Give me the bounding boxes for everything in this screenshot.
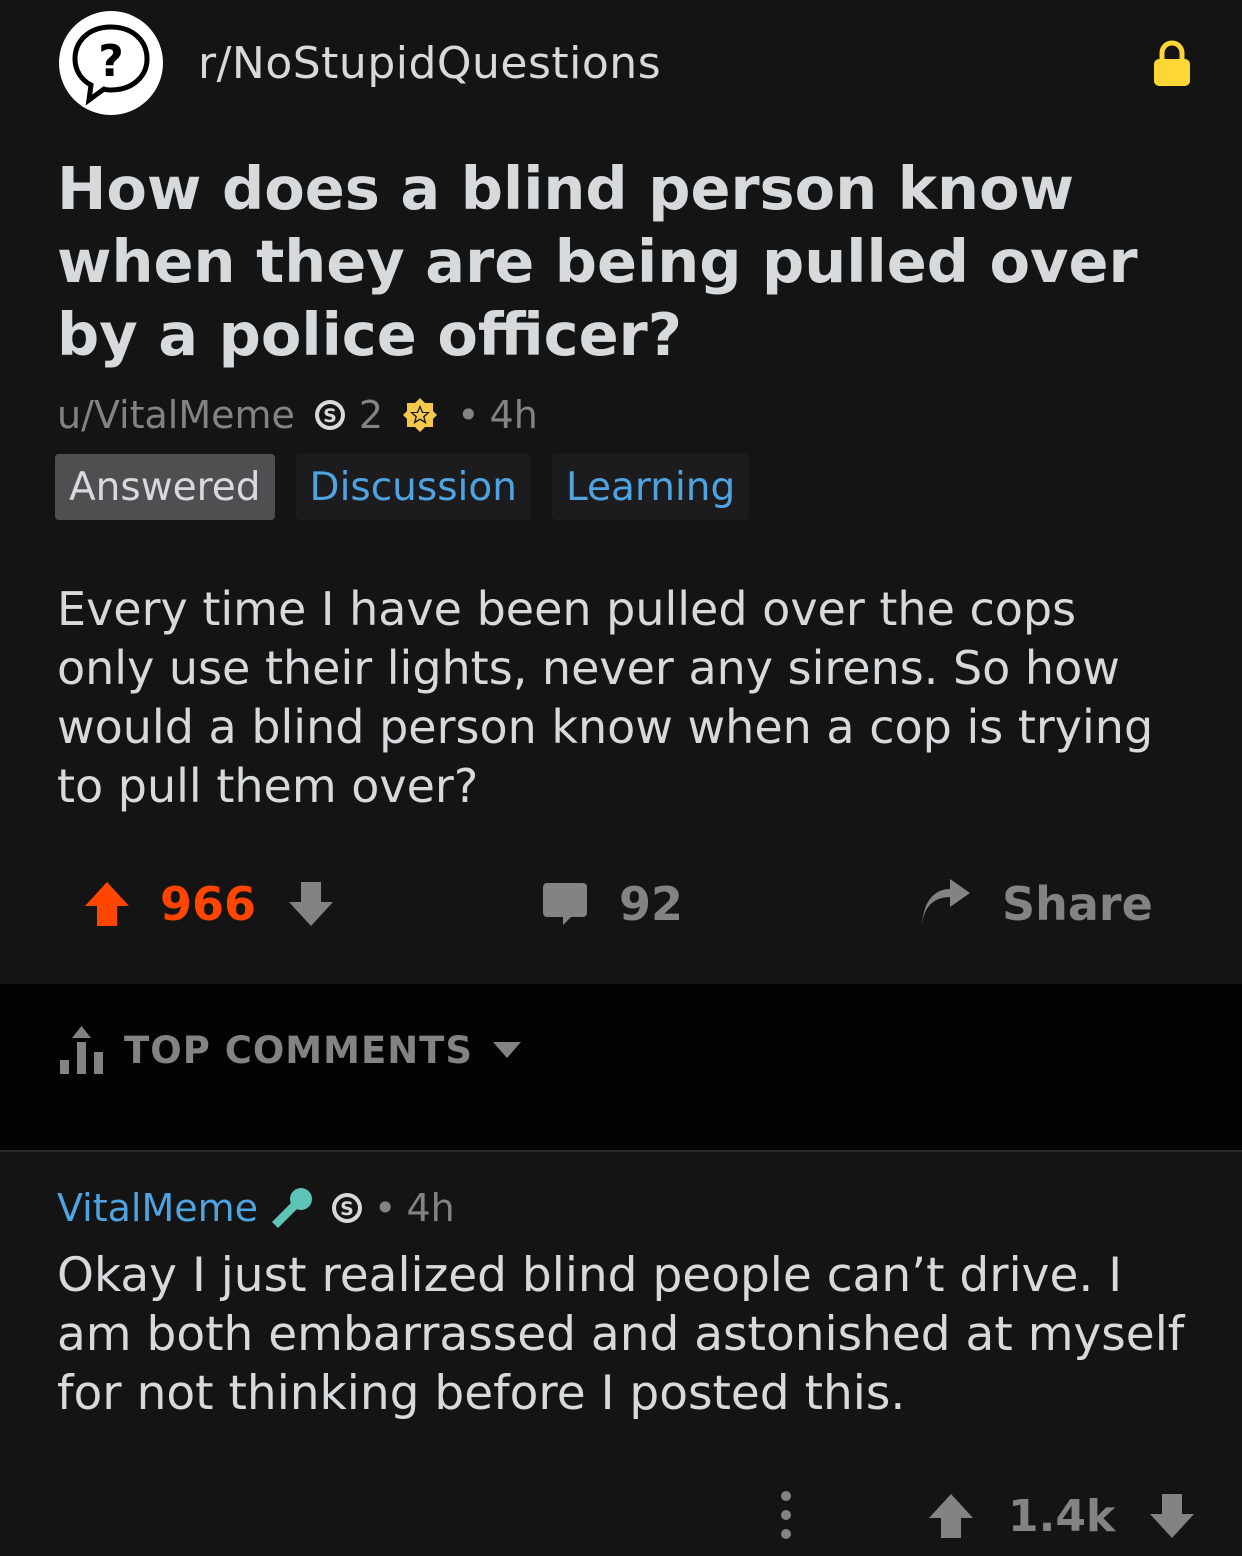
comment-meta: VitalMeme S • 4h: [57, 1182, 455, 1234]
question-speech-bubble-icon[interactable]: ?: [58, 10, 164, 116]
flair-answered[interactable]: Answered: [55, 454, 275, 520]
upvote-arrow-icon[interactable]: [928, 1492, 974, 1540]
downvote-arrow-icon[interactable]: [288, 880, 334, 928]
post-meta: u/VitalMeme S 2 • 4h: [57, 388, 538, 442]
microphone-op-icon: [272, 1188, 313, 1228]
snoo-s-badge-icon: S: [332, 1193, 363, 1223]
comment-body: Okay I just realized blind people can’t …: [57, 1248, 1185, 1421]
comments-button[interactable]: 92: [541, 870, 683, 938]
meta-separator: •: [457, 393, 480, 437]
post-age: 4h: [489, 393, 538, 437]
more-options-icon[interactable]: [776, 1490, 796, 1540]
vote-control: 966: [84, 870, 334, 938]
snoo-s-badge-icon: S: [314, 400, 345, 430]
sort-label: TOP COMMENTS: [124, 1028, 474, 1072]
comment-vote-control: 1.4k: [928, 1482, 1195, 1550]
share-button[interactable]: Share: [918, 870, 1153, 938]
post-score: 966: [160, 877, 257, 931]
flair-list: Answered Discussion Learning: [55, 454, 770, 520]
comment-action-bar: 1.4k: [0, 1482, 1242, 1550]
post-title: How does a blind person know when they a…: [57, 154, 1138, 369]
share-label: Share: [1002, 877, 1153, 931]
post-action-bar: 966 92 Share: [0, 870, 1242, 938]
star-award-icon: [403, 398, 438, 432]
flair-learning[interactable]: Learning: [551, 454, 750, 520]
post-author[interactable]: u/VitalMeme: [57, 393, 295, 437]
comment-sort-bar: TOP COMMENTS: [0, 984, 1242, 1152]
flair-discussion[interactable]: Discussion: [295, 454, 531, 520]
sort-dropdown[interactable]: TOP COMMENTS: [58, 1024, 522, 1076]
comment-card: VitalMeme S • 4h Okay I just realized bl…: [0, 1152, 1242, 1556]
svg-text:S: S: [340, 1198, 354, 1220]
comment-count: 92: [619, 877, 684, 931]
post-body: Every time I have been pulled over the c…: [57, 582, 1154, 813]
upvote-arrow-icon[interactable]: [84, 880, 130, 928]
top-sort-icon: [60, 1026, 103, 1074]
post-card: ? r/NoStupidQuestions How does a blind p…: [0, 0, 1242, 984]
meta-separator: •: [374, 1186, 397, 1230]
svg-text:?: ?: [98, 36, 124, 87]
share-arrow-icon: [922, 879, 970, 929]
comment-author[interactable]: VitalMeme: [57, 1186, 258, 1230]
subreddit-header[interactable]: ? r/NoStupidQuestions: [58, 10, 661, 116]
comment-score: 1.4k: [1008, 1490, 1116, 1542]
downvote-arrow-icon[interactable]: [1149, 1492, 1195, 1540]
comment-bubble-icon: [543, 883, 587, 925]
subreddit-name[interactable]: r/NoStupidQuestions: [198, 38, 661, 89]
svg-text:S: S: [323, 405, 337, 427]
karma-badge-count: 2: [358, 393, 384, 437]
lock-icon: [1154, 40, 1190, 86]
comment-age: 4h: [406, 1186, 455, 1230]
chevron-down-icon: [493, 1042, 522, 1058]
